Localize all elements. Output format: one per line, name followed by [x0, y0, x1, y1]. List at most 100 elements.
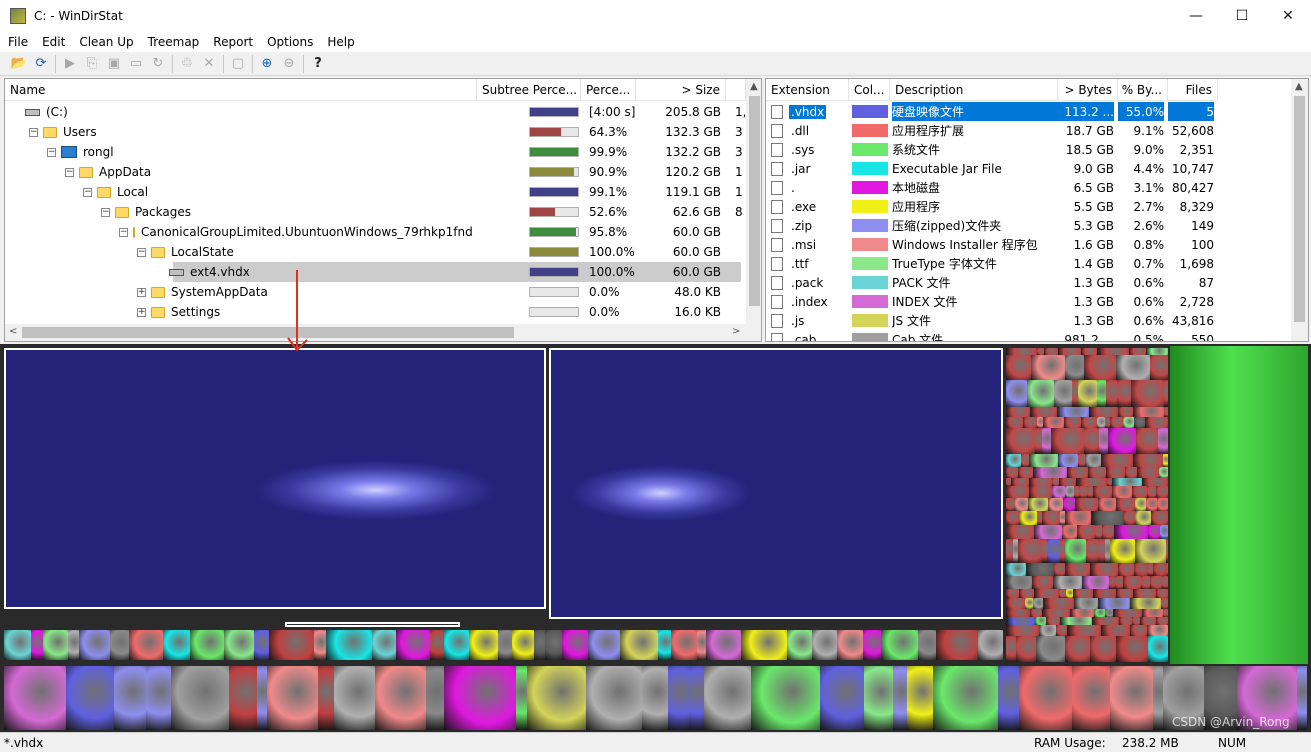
- treemap-cell[interactable]: [1297, 666, 1307, 730]
- treemap-cell[interactable]: [1006, 498, 1014, 511]
- treemap-cell[interactable]: [1065, 486, 1074, 498]
- extension-row[interactable]: .sys 系统文件 18.5 GB 9.0% 2,351: [766, 140, 1288, 159]
- treemap-cell[interactable]: [1059, 478, 1076, 486]
- treemap-cell[interactable]: [1063, 498, 1075, 511]
- treemap-cell[interactable]: [1030, 407, 1057, 417]
- treemap-cell[interactable]: [1098, 598, 1130, 609]
- treemap-cell[interactable]: [1131, 380, 1164, 407]
- treemap-cell[interactable]: [326, 630, 372, 660]
- treemap-cell[interactable]: [1081, 348, 1097, 355]
- extension-row[interactable]: .js JS 文件 1.3 GB 0.6% 43,816: [766, 311, 1288, 330]
- menu-options[interactable]: Options: [259, 35, 319, 49]
- treemap-cell[interactable]: [1019, 666, 1072, 730]
- treemap-cell[interactable]: [1133, 589, 1156, 598]
- treemap-cell[interactable]: [1156, 589, 1168, 598]
- open-folder-icon[interactable]: 📂: [8, 54, 30, 74]
- treemap-cell[interactable]: [1097, 417, 1105, 428]
- treemap-cell[interactable]: [1088, 467, 1106, 478]
- treemap-vhdx-block-1[interactable]: [4, 348, 546, 609]
- tree-row[interactable]: + SystemAppData 0.0% 48.0 KB: [5, 282, 741, 302]
- treemap-cell[interactable]: [1044, 348, 1058, 355]
- properties-icon[interactable]: ▢: [227, 54, 249, 74]
- treemap-cell[interactable]: [224, 630, 254, 660]
- tree-row[interactable]: − LocalState 100.0% 60.0 GB: [5, 242, 741, 262]
- treemap-cell[interactable]: [314, 630, 326, 660]
- treemap-cell[interactable]: [1047, 539, 1060, 563]
- treemap-cell[interactable]: [1042, 511, 1060, 525]
- zoom-in-icon[interactable]: ⊕: [256, 54, 278, 74]
- menu-edit[interactable]: Edit: [34, 35, 71, 49]
- treemap-cell[interactable]: [1043, 417, 1064, 428]
- treemap-cell[interactable]: [4, 666, 66, 730]
- extension-row[interactable]: .cab Cab 文件 981.2 ... 0.5% 550: [766, 330, 1288, 341]
- treemap-cell[interactable]: [1141, 576, 1150, 589]
- treemap-green-block[interactable]: [1170, 346, 1308, 664]
- treemap-cell[interactable]: [1118, 407, 1133, 417]
- treemap-cell[interactable]: [146, 666, 171, 730]
- treemap-cell[interactable]: [706, 630, 741, 660]
- treemap-cell[interactable]: [1159, 467, 1168, 478]
- treemap-cell[interactable]: [1116, 355, 1150, 380]
- treemap-cell[interactable]: [1031, 355, 1065, 380]
- treemap-cell[interactable]: [1142, 478, 1168, 486]
- extension-row[interactable]: .ttf TrueType 字体文件 1.4 GB 0.7% 1,698: [766, 254, 1288, 273]
- treemap-cell[interactable]: [1074, 598, 1098, 609]
- treemap-cell[interactable]: [1123, 576, 1141, 589]
- treemap-cell[interactable]: [697, 630, 706, 660]
- treemap-cell[interactable]: [1117, 380, 1131, 407]
- scroll-up-icon[interactable]: ▲: [1295, 81, 1303, 92]
- help-icon[interactable]: ?: [307, 54, 329, 74]
- treemap-cell[interactable]: [1006, 467, 1018, 478]
- menu-report[interactable]: Report: [205, 35, 259, 49]
- treemap-cell[interactable]: [534, 630, 545, 660]
- treemap-cell[interactable]: [1082, 576, 1109, 589]
- extension-row[interactable]: .msi Windows Installer 程序包 1.6 GB 0.8% 100: [766, 235, 1288, 254]
- treemap-cell[interactable]: [1006, 636, 1016, 662]
- treemap-cell[interactable]: [918, 630, 936, 660]
- extension-row[interactable]: .index INDEX 文件 1.3 GB 0.6% 2,728: [766, 292, 1288, 311]
- treemap-cell[interactable]: [1036, 636, 1065, 662]
- treemap-cell[interactable]: [978, 630, 1003, 660]
- treemap-cell[interactable]: [1073, 589, 1093, 598]
- collapse-icon[interactable]: −: [119, 228, 128, 237]
- column-header-subtree-percent[interactable]: Subtree Perce...: [477, 79, 581, 101]
- treemap-cell[interactable]: [1052, 486, 1065, 498]
- treemap-cell[interactable]: [1098, 539, 1105, 563]
- treemap-cell[interactable]: [1076, 478, 1107, 486]
- treemap-cell[interactable]: [1137, 467, 1159, 478]
- minimize-button[interactable]: —: [1173, 0, 1219, 32]
- tree-row[interactable]: + Settings 0.0% 16.0 KB: [5, 302, 741, 322]
- extension-row[interactable]: .exe 应用程序 5.5 GB 2.7% 8,329: [766, 197, 1288, 216]
- treemap-cell[interactable]: [1060, 617, 1092, 625]
- treemap-cell[interactable]: [1033, 598, 1043, 609]
- treemap-cell[interactable]: [1006, 563, 1026, 576]
- treemap-cell[interactable]: [1023, 417, 1037, 428]
- treemap-cell[interactable]: [1135, 498, 1146, 511]
- treemap-cell[interactable]: [1095, 525, 1102, 539]
- tree-row[interactable]: − Local 99.1% 119.1 GB 1: [5, 182, 743, 202]
- treemap-cell[interactable]: [254, 630, 269, 660]
- tree-hscroll-thumb[interactable]: [22, 327, 514, 338]
- treemap-cell[interactable]: [1091, 511, 1124, 525]
- treemap-cell[interactable]: [1113, 609, 1142, 617]
- treemap-cell[interactable]: [1116, 498, 1135, 511]
- treemap-cell[interactable]: [31, 630, 43, 660]
- treemap-cell[interactable]: [1042, 428, 1051, 454]
- treemap-cell[interactable]: [1072, 666, 1110, 730]
- treemap-cell[interactable]: [318, 666, 334, 730]
- collapse-icon[interactable]: −: [101, 208, 110, 217]
- treemap-cell[interactable]: [1018, 539, 1042, 563]
- treemap-cell[interactable]: [1148, 636, 1168, 662]
- treemap-cell[interactable]: [1093, 486, 1112, 498]
- column-header-percent[interactable]: Perce...: [581, 79, 636, 101]
- expand-icon[interactable]: +: [137, 288, 146, 297]
- treemap-cell[interactable]: [1075, 498, 1098, 511]
- treemap-cell[interactable]: [1158, 428, 1168, 454]
- refresh-selected-icon[interactable]: ↻: [147, 54, 169, 74]
- treemap-cell[interactable]: [1006, 380, 1027, 407]
- treemap-cell[interactable]: [1156, 486, 1168, 498]
- treemap-cell[interactable]: [1140, 617, 1156, 625]
- menu-clean-up[interactable]: Clean Up: [71, 35, 139, 49]
- treemap-cell[interactable]: [1135, 511, 1151, 525]
- treemap-cell[interactable]: [1006, 576, 1032, 589]
